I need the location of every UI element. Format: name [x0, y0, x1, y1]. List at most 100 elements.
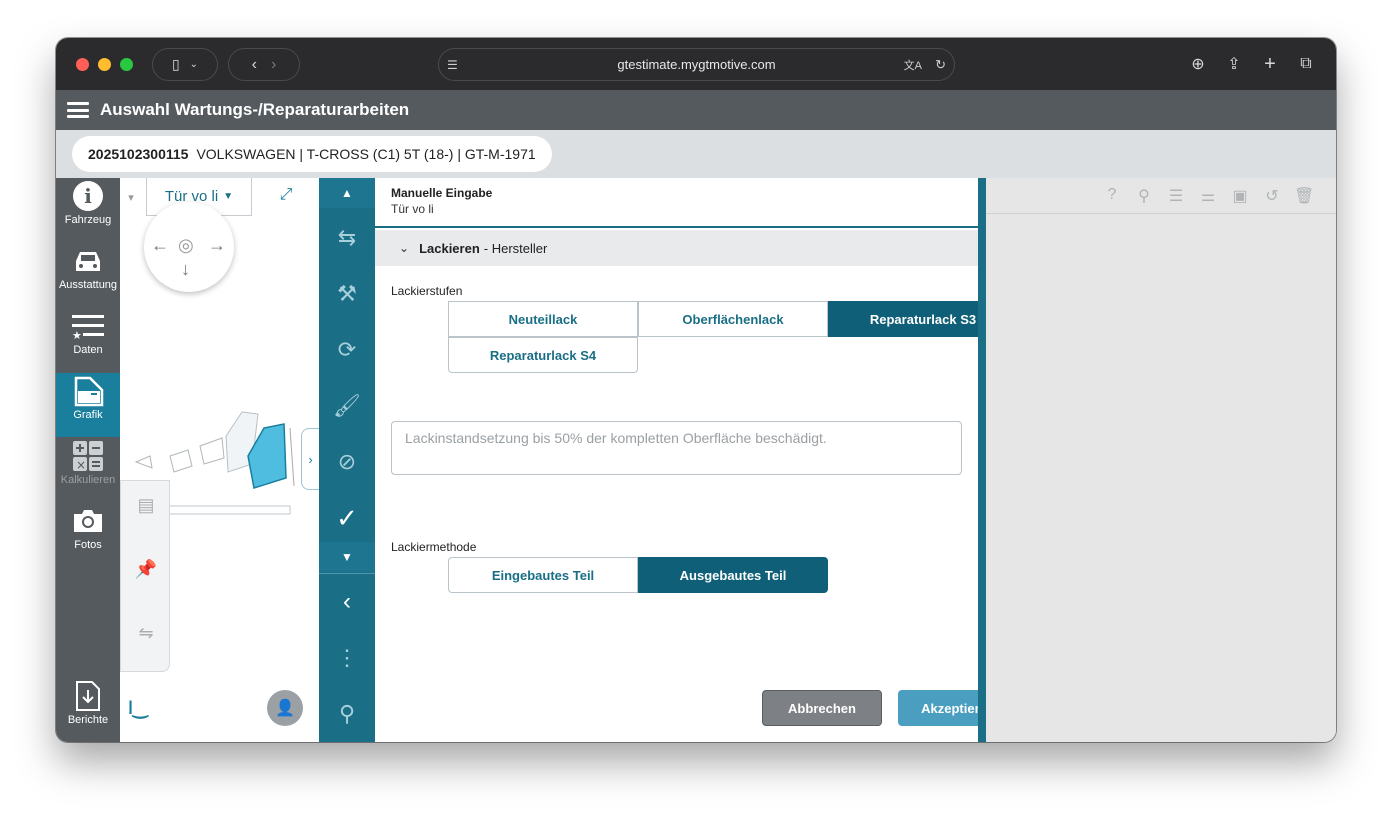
trash-icon[interactable]: 🗑 [1294, 186, 1314, 206]
list-search-icon[interactable]: ☰ [1166, 186, 1186, 206]
sidebar-item-label: Ausstattung [58, 279, 118, 291]
sidebar-item-fahrzeug[interactable]: i Fahrzeug [56, 178, 120, 242]
page-title: Auswahl Wartungs-/Reparaturarbeiten [100, 100, 410, 119]
reload-icon[interactable]: ↻ [935, 57, 946, 73]
cancel-button-label: Abbrechen [788, 700, 856, 716]
save-icon[interactable]: ▣ [1230, 186, 1250, 206]
page-settings-icon[interactable]: ☰ [447, 58, 458, 72]
description-field[interactable]: Lackinstandsetzung bis 50% der komplette… [391, 421, 962, 475]
tabs-overview-icon[interactable]: ⧉ [1294, 52, 1318, 76]
no-paint-icon[interactable]: ⊘ [319, 434, 375, 490]
level-option-label: Neuteillack [508, 311, 578, 327]
gt-logo-icon: ǀ‿ [128, 698, 148, 718]
method-option[interactable]: Eingebautes Teil [448, 557, 638, 593]
operations-toolbar: ▲ ⇆ ⚒ ⟳ 🖌 ⊘ ✓ ▼ ‹ ⋮ ⚲ [319, 178, 375, 742]
sidebar-item-berichte[interactable]: Berichte [56, 678, 120, 742]
share-icon[interactable]: ⇪ [1222, 52, 1246, 76]
section-suffix: - Hersteller [483, 240, 548, 256]
pin-icon[interactable]: 📌 [131, 559, 161, 589]
levels-label: Lackierstufen [391, 284, 463, 298]
app-header: Auswahl Wartungs-/Reparaturarbeiten [56, 90, 1336, 130]
url-text: gtestimate.mygtmotive.com [617, 57, 776, 72]
sidebar-item-label: Grafik [73, 409, 103, 421]
arrow-down-icon[interactable]: ↓ [181, 259, 190, 280]
checkmark-icon[interactable]: ✓ [319, 490, 375, 546]
browser-toolbar: ▯ ⌄ ‹ › ☰ gtestimate.mygtmotive.com 文A ↻… [56, 38, 1336, 90]
level-option[interactable]: Neuteillack [448, 301, 638, 337]
svg-text:★: ★ [72, 329, 82, 340]
chevron-down-icon: ⌄ [189, 59, 199, 70]
previous-part-dropdown[interactable]: ▾ [120, 178, 146, 216]
form-subtitle: Tür vo li [391, 202, 434, 216]
car-sides-icon[interactable]: ⇋ [131, 623, 161, 653]
info-icon: i [56, 178, 120, 214]
replace-icon[interactable]: ⇆ [319, 210, 375, 266]
method-label: Lackiermethode [391, 540, 477, 554]
refresh-icon[interactable]: ⟳ [319, 322, 375, 378]
cancel-button[interactable]: Abbrechen [762, 690, 882, 726]
sidebar-item-daten[interactable]: ★ Daten [56, 308, 120, 372]
section-header[interactable]: ⌄ Lackieren - Hersteller [375, 230, 978, 266]
filter-sliders-icon[interactable]: ⚌ [1198, 186, 1218, 206]
collapse-left-icon[interactable]: ‹ [319, 574, 375, 630]
address-bar[interactable]: ☰ gtestimate.mygtmotive.com 文A ↻ [438, 48, 955, 81]
car-list-icon[interactable]: ▤ [131, 495, 161, 525]
sidebar-icon: ▯ [171, 56, 180, 72]
vehicle-bar: 2025102300115 VOLKSWAGEN | T-CROSS (C1) … [56, 130, 1336, 178]
menu-icon[interactable] [67, 102, 89, 118]
search-icon[interactable]: ⚲ [319, 686, 375, 742]
sidebar-item-label: Kalkulieren [60, 474, 116, 486]
vehicle-description: VOLKSWAGEN | T-CROSS (C1) 5T (18-) | GT-… [196, 146, 536, 162]
sidebar-item-grafik[interactable]: Grafik [56, 373, 120, 437]
form-title: Manuelle Eingabe [391, 186, 493, 200]
download-file-icon [56, 678, 120, 714]
more-options-icon[interactable]: ⋮ [319, 630, 375, 686]
sidebar-item-kalkulieren[interactable]: × Kalkulieren [56, 438, 120, 502]
sidebar-item-fotos[interactable]: Fotos [56, 503, 120, 567]
back-icon[interactable]: ‹ [252, 56, 257, 74]
level-option[interactable]: Reparaturlack S4 [448, 337, 638, 373]
results-pane: ? ⚲ ☰ ⚌ ▣ ↺ 🗑 [986, 178, 1336, 742]
zoom-window-button[interactable] [120, 58, 133, 71]
sidebar-item-label: Daten [73, 344, 103, 356]
arrow-right-icon[interactable]: → [208, 235, 226, 256]
camera-icon [56, 503, 120, 539]
fullscreen-icon[interactable]: ⤢ [276, 186, 296, 206]
user-avatar-icon[interactable]: 👤 [267, 690, 303, 726]
sidebar-item-label: Berichte [67, 714, 109, 726]
svg-text:×: × [76, 458, 86, 472]
sidebar-item-label: Fahrzeug [64, 214, 112, 226]
center-target-icon[interactable]: ◎ [178, 235, 194, 256]
expand-panel-tab[interactable]: › [301, 428, 319, 490]
minimize-window-button[interactable] [98, 58, 111, 71]
sidebar-toggle-button[interactable]: ▯ ⌄ [152, 48, 218, 81]
undo-icon[interactable]: ↺ [1262, 186, 1282, 206]
arrow-left-icon[interactable]: ← [151, 235, 169, 256]
calculator-icon: × [56, 438, 120, 474]
level-option-label: Oberflächenlack [682, 311, 784, 327]
scroll-up-icon[interactable]: ▲ [319, 178, 375, 208]
new-tab-icon[interactable]: + [1258, 52, 1282, 76]
section-title: Lackieren [419, 240, 480, 256]
sidebar-item-ausstattung[interactable]: Ausstattung [56, 243, 120, 307]
help-icon[interactable]: ? [1102, 186, 1122, 206]
left-sidebar: i Fahrzeug Ausstattung ★ Daten Grafik × [56, 178, 120, 742]
spray-gun-icon[interactable]: 🖌 [319, 378, 375, 434]
vehicle-pill: 2025102300115 VOLKSWAGEN | T-CROSS (C1) … [72, 136, 552, 172]
zoom-search-icon[interactable]: ⚲ [1134, 186, 1154, 206]
level-option-label: Reparaturlack S4 [489, 347, 597, 363]
level-option[interactable]: Oberflächenlack [638, 301, 828, 337]
sidebar-item-label: Fotos [74, 539, 102, 551]
hammer-icon[interactable]: ⚒ [319, 266, 375, 322]
scroll-down-icon[interactable]: ▼ [319, 542, 375, 572]
forward-icon[interactable]: › [271, 56, 276, 74]
history-nav: ‹ › [228, 48, 300, 81]
form-header: Manuelle Eingabe Tür vo li [375, 178, 978, 228]
car-icon [56, 243, 120, 279]
translate-icon[interactable]: 文A [904, 57, 922, 73]
navigation-control[interactable]: ← → ↓ ◎ [144, 202, 234, 292]
method-option-selected[interactable]: Ausgebautes Teil [638, 557, 828, 593]
download-icon[interactable]: ⊕ [1186, 52, 1210, 76]
chevron-down-icon: ⌄ [399, 241, 410, 255]
close-window-button[interactable] [76, 58, 89, 71]
